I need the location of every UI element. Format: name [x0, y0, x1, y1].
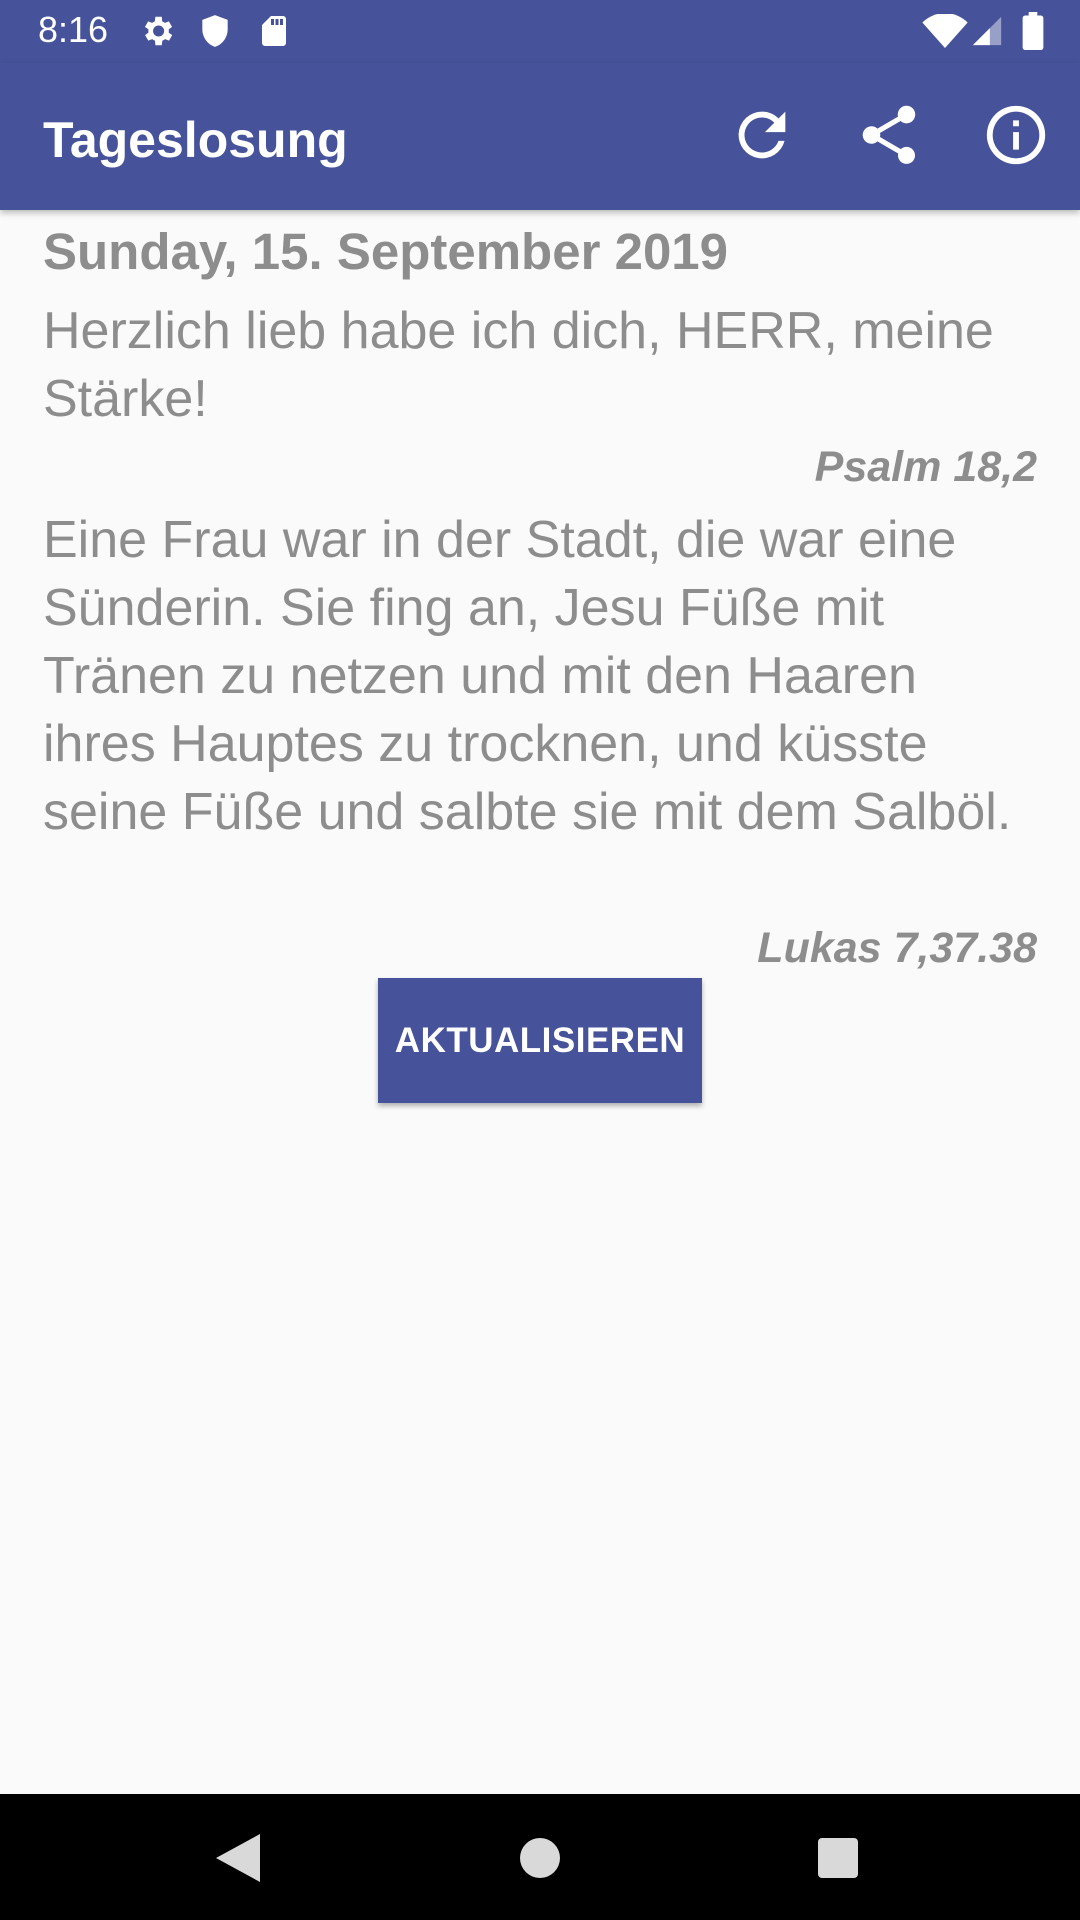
status-time: 8:16 [38, 9, 109, 50]
battery-icon [1022, 12, 1044, 50]
info-icon[interactable] [981, 100, 1051, 170]
sd-card-icon [262, 16, 286, 46]
shield-icon [202, 15, 228, 47]
aktualisieren-button[interactable]: AKTUALISIEREN [378, 978, 702, 1103]
refresh-icon[interactable] [727, 100, 797, 170]
app-bar: Tageslosung [0, 63, 1080, 210]
home-icon[interactable] [520, 1838, 560, 1878]
signal-icon [972, 16, 1002, 46]
losung-reference: Psalm 18,2 [814, 443, 1037, 491]
back-icon[interactable] [216, 1834, 260, 1882]
losung-text: Herzlich lieb habe ich dich, HERR, meine… [43, 302, 994, 428]
share-icon[interactable] [854, 100, 924, 170]
recents-icon[interactable] [818, 1838, 858, 1878]
gear-icon [144, 16, 173, 46]
lehrtext-text: Eine Frau war in der Stadt, die war eine… [43, 511, 1012, 841]
wifi-icon [922, 14, 968, 48]
lehrtext-reference: Lukas 7,37.38 [757, 924, 1037, 972]
date-heading: Sunday, 15. September 2019 [43, 223, 729, 280]
navigation-bar [0, 1794, 1080, 1920]
app-title: Tageslosung [43, 112, 348, 168]
status-bar: 8:16 [0, 0, 1080, 63]
